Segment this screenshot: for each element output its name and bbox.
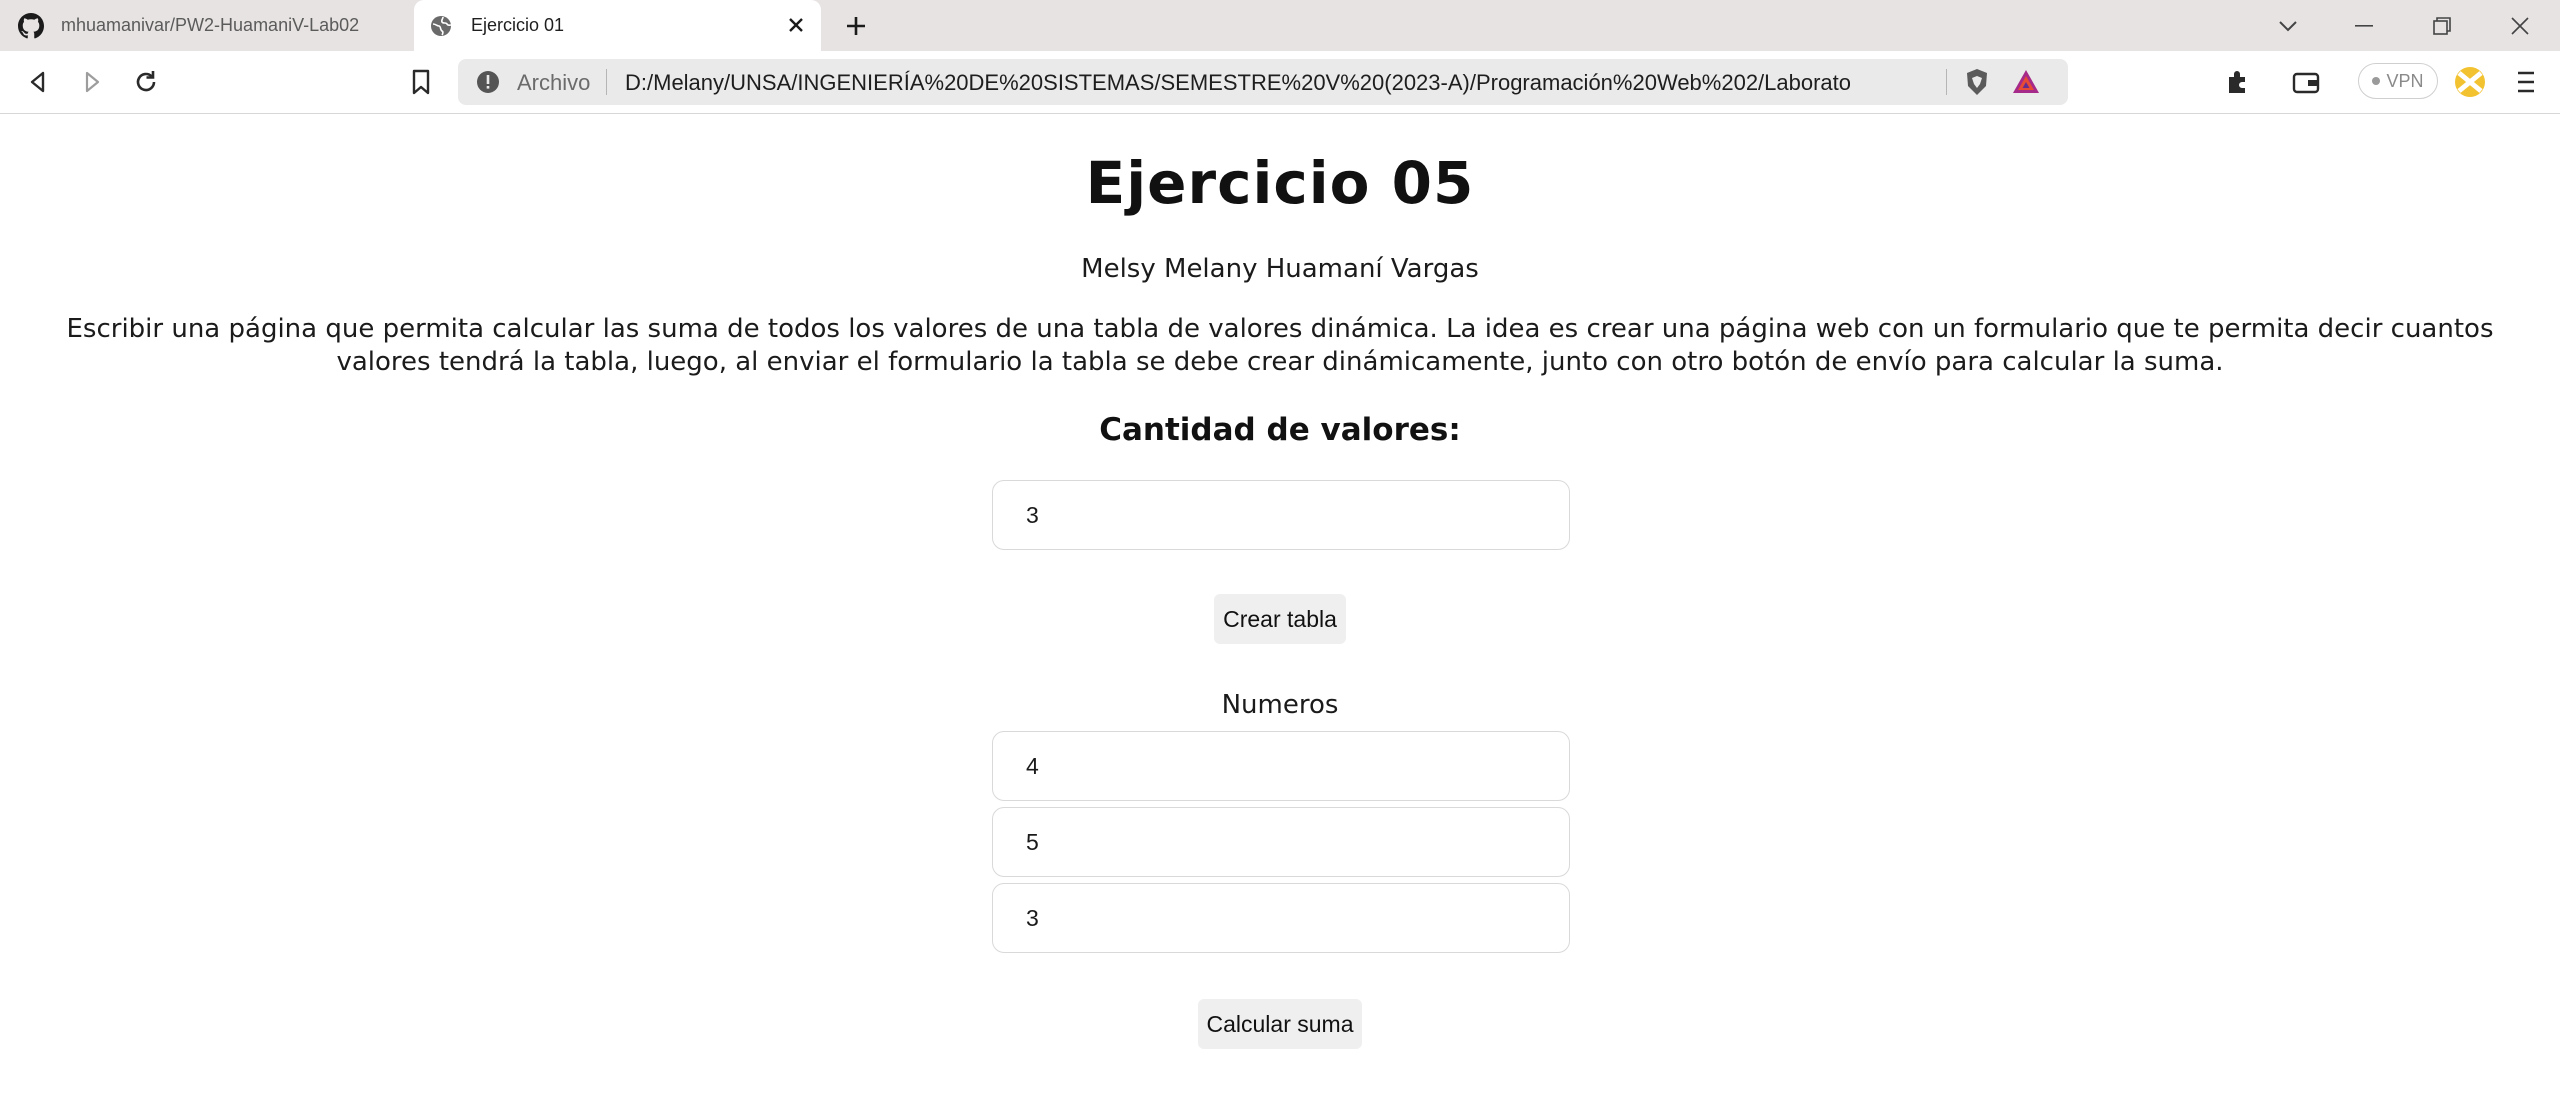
tab-github-repo[interactable]: mhuamanivar/PW2-HuamaniV-Lab02 (0, 0, 410, 51)
close-window-icon[interactable] (2502, 8, 2538, 44)
divider (606, 69, 607, 95)
brave-rewards-icon[interactable] (2011, 67, 2041, 97)
close-tab-icon[interactable] (783, 12, 809, 38)
quantity-input[interactable]: 3 (992, 480, 1570, 550)
calculate-sum-button[interactable]: Calcular suma (1198, 999, 1362, 1049)
brave-shields-icon[interactable] (1962, 67, 1992, 97)
vpn-label: VPN (2386, 70, 2424, 91)
number-input-3[interactable]: 3 (992, 883, 1570, 953)
quantity-heading: Cantidad de valores: (1099, 412, 1461, 448)
tab-label: Ejercicio 01 (471, 15, 565, 35)
numbers-label: Numeros (1221, 690, 1339, 720)
bookmark-icon[interactable] (403, 64, 439, 100)
number-input-2[interactable]: 5 (992, 807, 1570, 877)
globe-icon (427, 12, 455, 40)
number-input-1[interactable]: 4 (992, 731, 1570, 801)
reload-icon[interactable] (128, 64, 164, 100)
tab-ejercicio[interactable]: Ejercicio 01 (414, 0, 821, 51)
page-content: Ejercicio 05 Melsy Melany Huamaní Vargas… (0, 114, 2560, 1094)
security-label: Archivo (517, 70, 591, 95)
profile-avatar-icon[interactable] (2452, 64, 2488, 100)
vpn-status-dot (2372, 77, 2381, 85)
browser-toolbar: Archivo D:/Melany/UNSA/INGENIERÍA%20DE%2… (0, 51, 2560, 114)
tab-strip: mhuamanivar/PW2-HuamaniV-Lab02 Ejercicio… (0, 0, 2560, 51)
new-tab-icon[interactable] (840, 10, 872, 42)
restore-icon[interactable] (2424, 8, 2460, 44)
exercise-description: Escribir una página que permita calcular… (66, 314, 2494, 377)
url-text[interactable]: D:/Melany/UNSA/INGENIERÍA%20DE%20SISTEMA… (625, 70, 1850, 96)
wallet-icon[interactable] (2288, 64, 2324, 100)
minimize-icon[interactable] (2346, 8, 2382, 44)
author-name: Melsy Melany Huamaní Vargas (1081, 254, 1479, 284)
site-info-icon[interactable] (476, 70, 500, 94)
github-icon (17, 12, 45, 40)
extensions-icon[interactable] (2220, 64, 2256, 100)
divider (1946, 69, 1947, 95)
vpn-button[interactable]: VPN (2358, 63, 2438, 99)
tab-search-chevron-icon[interactable] (2270, 8, 2306, 44)
back-icon[interactable] (20, 64, 56, 100)
address-bar[interactable]: Archivo D:/Melany/UNSA/INGENIERÍA%20DE%2… (458, 59, 2068, 105)
tab-label: mhuamanivar/PW2-HuamaniV-Lab02 (61, 15, 360, 35)
page-title: Ejercicio 05 (1085, 149, 1475, 217)
create-table-button[interactable]: Crear tabla (1214, 594, 1346, 644)
forward-icon[interactable] (74, 64, 110, 100)
menu-icon[interactable] (2508, 64, 2544, 100)
